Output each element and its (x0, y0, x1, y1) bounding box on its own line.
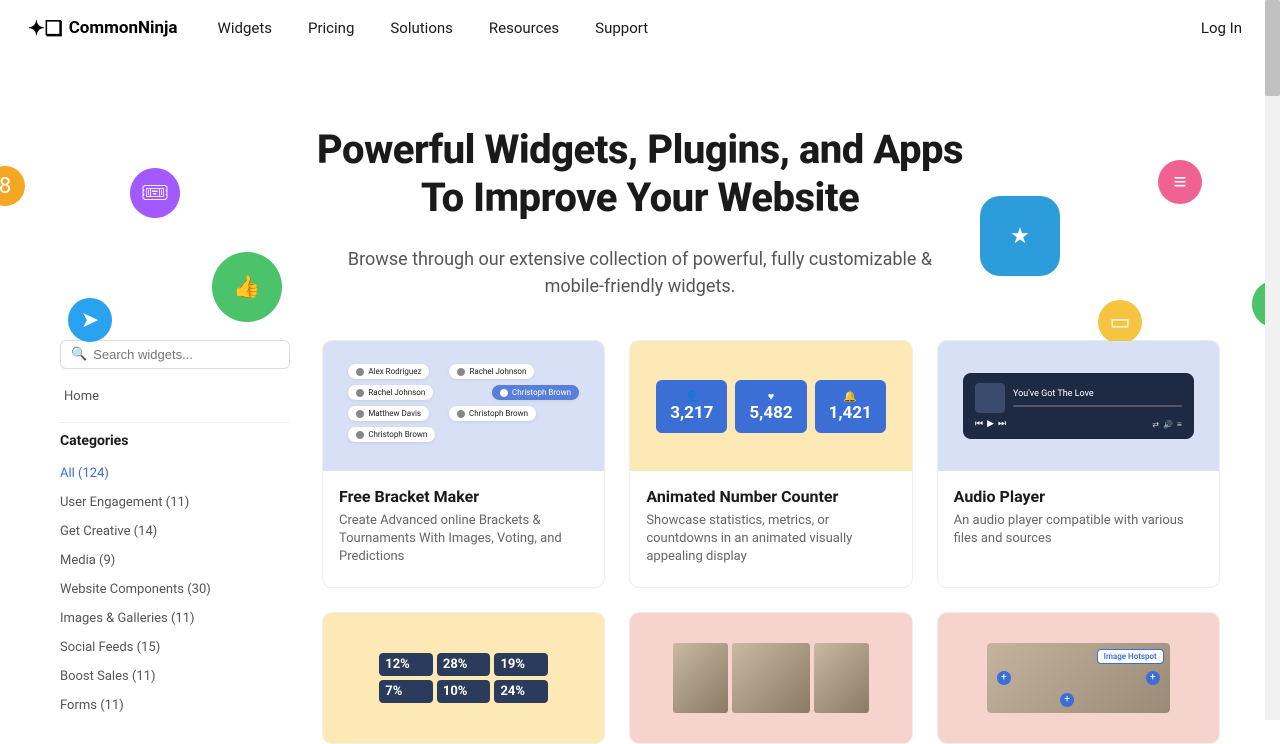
nav-items: Widgets Pricing Solutions Resources Supp… (218, 19, 1201, 37)
navbar: ✦❏ CommonNinja Widgets Pricing Solutions… (0, 0, 1280, 56)
card-title: Free Bracket Maker (339, 487, 588, 506)
card-photo-image (630, 613, 911, 743)
card-audio[interactable]: You've Got The Love ⏮ ▶ ⏭ ⇄ 🔊 (937, 340, 1220, 588)
scrollbar-track[interactable] (1265, 0, 1280, 720)
heart-icon: ♥ (749, 390, 792, 403)
float-icon-thumbs: 👍 (212, 252, 282, 322)
main: 🔍 Home Categories All (124) User Engagem… (0, 340, 1280, 744)
nav-solutions[interactable]: Solutions (390, 19, 453, 37)
card-percent[interactable]: 12% 28% 19% 7% 10% 24% (322, 612, 605, 744)
album-art (975, 383, 1005, 413)
audio-preview: You've Got The Love ⏮ ▶ ⏭ ⇄ 🔊 (963, 373, 1194, 439)
card-percent-image: 12% 28% 19% 7% 10% 24% (323, 613, 604, 743)
category-all[interactable]: All (124) (60, 459, 290, 488)
sidebar-divider (60, 422, 290, 423)
categories-title: Categories (60, 433, 290, 449)
category-boost-sales[interactable]: Boost Sales (11) (60, 662, 290, 691)
hotspot-dot: + (1146, 671, 1160, 685)
card-body: Free Bracket Maker Create Advanced onlin… (323, 471, 604, 587)
float-icon-list: ≡ (1158, 160, 1202, 204)
widgets-grid: Alex RodriguezRachel Johnson Rachel John… (322, 340, 1220, 744)
card-photo-grid[interactable] (629, 612, 912, 744)
category-social-feeds[interactable]: Social Feeds (15) (60, 633, 290, 662)
user-icon: 👤 (670, 390, 713, 403)
category-images-galleries[interactable]: Images & Galleries (11) (60, 604, 290, 633)
card-desc: Showcase statistics, metrics, or countdo… (646, 512, 895, 567)
hero-title-line1: Powerful Widgets, Plugins, and Apps (317, 126, 963, 173)
card-counter-image: 👤3,217 ♥5,482 🔔1,421 (630, 341, 911, 471)
card-body: Animated Number Counter Showcase statist… (630, 471, 911, 587)
float-icon-send: ➤ (68, 298, 112, 342)
search-icon: 🔍 (71, 347, 87, 362)
search-box[interactable]: 🔍 (60, 340, 290, 369)
hotspot-dot: + (997, 671, 1011, 685)
photo (814, 643, 870, 713)
nav-widgets[interactable]: Widgets (218, 19, 272, 37)
hero-subtitle: Browse through our extensive collection … (340, 246, 940, 300)
float-icon-ticket: 🎟 (130, 168, 180, 218)
sidebar: 🔍 Home Categories All (124) User Engagem… (60, 340, 290, 744)
photo (732, 643, 810, 713)
bracket-preview: Alex RodriguezRachel Johnson Rachel John… (348, 364, 579, 448)
progress-bar (1013, 405, 1182, 407)
category-get-creative[interactable]: Get Creative (14) (60, 517, 290, 546)
logo[interactable]: ✦❏ CommonNinja (28, 16, 178, 40)
card-hotspot[interactable]: Image Hotspot + + + (937, 612, 1220, 744)
menu-icon: ≡ (1177, 420, 1182, 429)
hero: Powerful Widgets, Plugins, and Apps To I… (0, 56, 1280, 340)
hotspot-dot: + (1060, 693, 1074, 707)
card-desc: Create Advanced online Brackets & Tourna… (339, 512, 588, 567)
card-counter[interactable]: 👤3,217 ♥5,482 🔔1,421 Animated Number Cou… (629, 340, 912, 588)
next-icon: ⏭ (998, 419, 1006, 429)
category-user-engagement[interactable]: User Engagement (11) (60, 488, 290, 517)
card-desc: An audio player compatible with various … (954, 512, 1203, 548)
card-audio-image: You've Got The Love ⏮ ▶ ⏭ ⇄ 🔊 (938, 341, 1219, 471)
float-icon-count: ▭ (1098, 300, 1142, 344)
nav-support[interactable]: Support (595, 19, 648, 37)
card-body: Audio Player An audio player compatible … (938, 471, 1219, 568)
track-title: You've Got The Love (1013, 389, 1182, 399)
card-title: Animated Number Counter (646, 487, 895, 506)
float-icon-card: ★ (980, 196, 1060, 276)
sidebar-home[interactable]: Home (60, 383, 290, 410)
card-bracket-image: Alex RodriguezRachel Johnson Rachel John… (323, 341, 604, 471)
category-website-components[interactable]: Website Components (30) (60, 575, 290, 604)
volume-icon: 🔊 (1163, 420, 1173, 429)
bell-icon: 🔔 (829, 390, 872, 403)
hotspot-preview: Image Hotspot + + + (987, 643, 1170, 713)
search-input[interactable] (93, 347, 279, 362)
hero-title-line2: To Improve Your Website (421, 174, 859, 221)
card-bracket[interactable]: Alex RodriguezRachel Johnson Rachel John… (322, 340, 605, 588)
logo-text: CommonNinja (69, 18, 178, 38)
hotspot-label: Image Hotspot (1097, 649, 1164, 664)
logo-icon: ✦❏ (28, 16, 63, 40)
hero-title: Powerful Widgets, Plugins, and Apps To I… (20, 126, 1260, 222)
category-forms[interactable]: Forms (11) (60, 691, 290, 720)
scrollbar-thumb[interactable] (1265, 0, 1280, 96)
pct-grid: 12% 28% 19% 7% 10% 24% (379, 653, 548, 703)
photo-grid (673, 643, 870, 713)
prev-icon: ⏮ (975, 419, 983, 429)
photo (673, 643, 729, 713)
play-icon: ▶ (987, 419, 994, 429)
nav-pricing[interactable]: Pricing (308, 19, 354, 37)
nav-resources[interactable]: Resources (489, 19, 559, 37)
shuffle-icon: ⇄ (1152, 420, 1159, 429)
counter-row: 👤3,217 ♥5,482 🔔1,421 (656, 380, 886, 433)
card-hotspot-image: Image Hotspot + + + (938, 613, 1219, 743)
login-link[interactable]: Log In (1201, 19, 1242, 37)
card-title: Audio Player (954, 487, 1203, 506)
category-media[interactable]: Media (9) (60, 546, 290, 575)
